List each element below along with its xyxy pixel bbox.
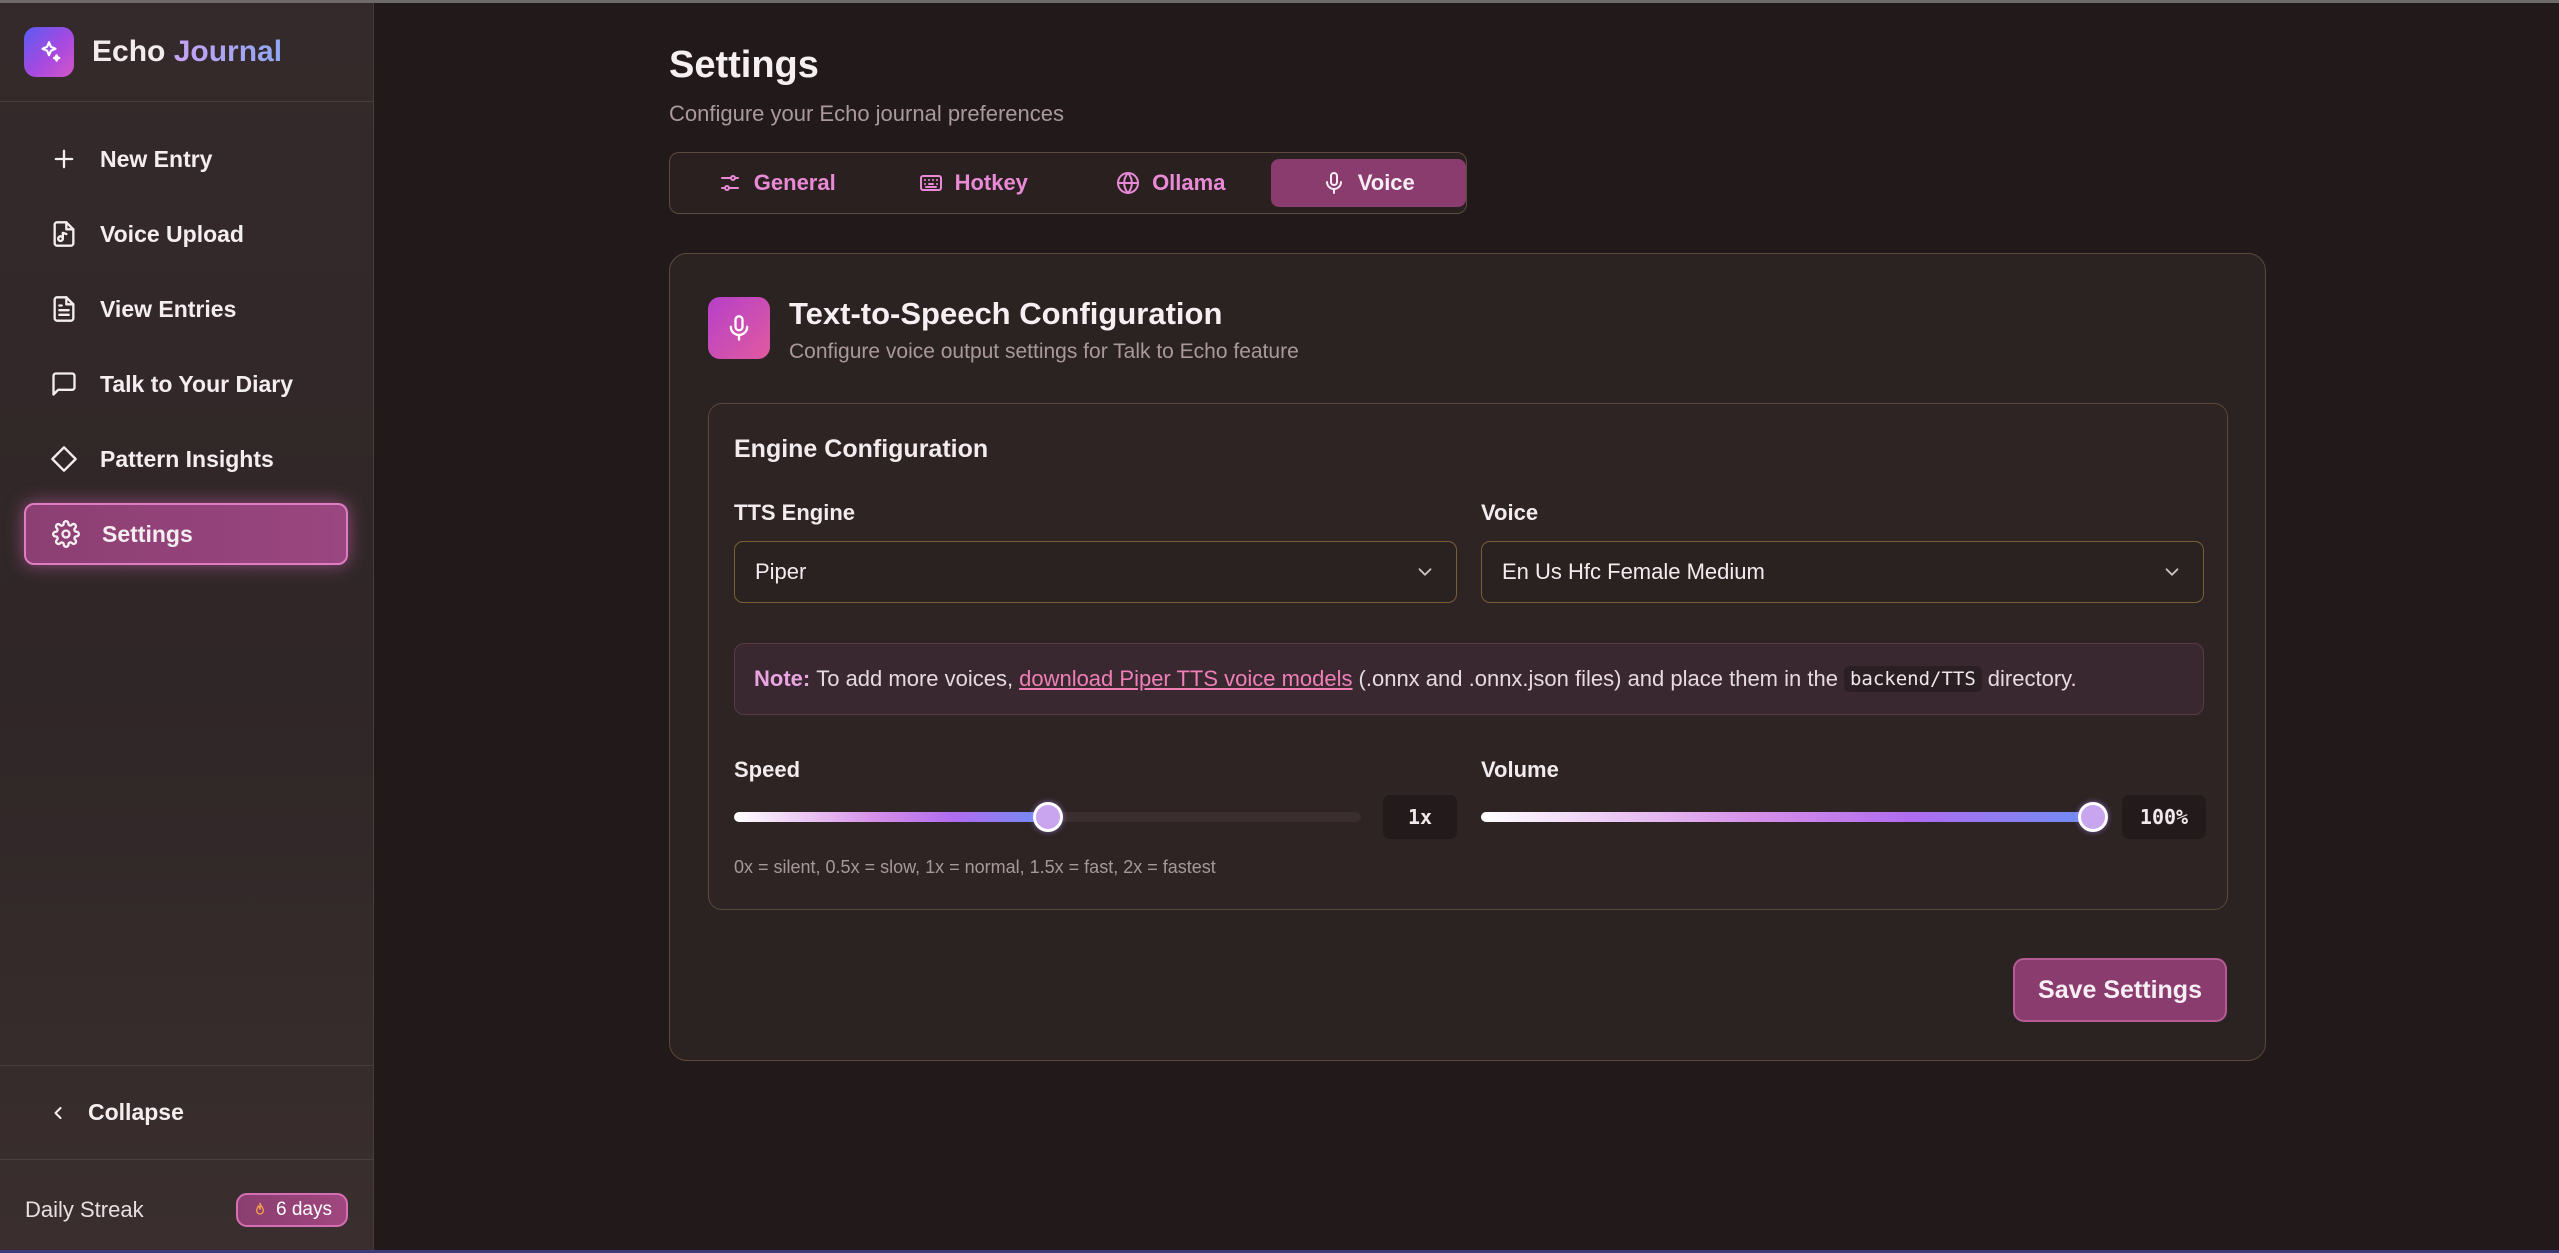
note-text: To add more voices, xyxy=(816,666,1014,691)
collapse-label: Collapse xyxy=(88,1099,184,1125)
app-name-part2: Journal xyxy=(173,35,283,68)
note-text: (.onnx and .onnx.json files) and place t… xyxy=(1358,666,1838,691)
sidebar-item-voice-upload[interactable]: Voice Upload xyxy=(24,203,348,265)
sidebar-item-label: Settings xyxy=(102,520,193,547)
sparkles-icon xyxy=(24,27,74,77)
file-text-icon xyxy=(53,296,75,322)
save-settings-button[interactable]: Save Settings xyxy=(2013,958,2227,1022)
mic-icon xyxy=(708,297,770,359)
globe-icon xyxy=(1117,172,1140,194)
tts-engine-label: TTS Engine xyxy=(734,500,855,525)
panel-title: Engine Configuration xyxy=(734,435,989,463)
volume-slider[interactable] xyxy=(1481,802,2108,832)
sidebar-item-talk-to-diary[interactable]: Talk to Your Diary xyxy=(24,353,348,415)
chevron-left-icon xyxy=(54,1106,62,1119)
sidebar-item-label: Talk to Your Diary xyxy=(100,370,293,397)
tab-label: General xyxy=(753,170,836,195)
daily-streak: Daily Streak 6 days xyxy=(25,1193,348,1227)
volume-value: 100% xyxy=(2122,795,2206,839)
sidebar-item-new-entry[interactable]: New Entry xyxy=(24,128,348,190)
tab-label: Voice xyxy=(1357,170,1415,195)
sidebar-item-view-entries[interactable]: View Entries xyxy=(24,278,348,340)
note-code: backend/TTS xyxy=(1843,666,1982,692)
tts-engine-select[interactable]: Piper xyxy=(734,541,1457,603)
message-square-icon xyxy=(52,372,76,396)
speed-slider-fill xyxy=(734,812,1048,822)
app-name: Echo Journal xyxy=(92,35,282,69)
speed-slider-thumb[interactable] xyxy=(1032,802,1063,832)
mic-icon xyxy=(1325,172,1342,194)
tab-label: Hotkey xyxy=(954,170,1028,195)
chevron-down-icon xyxy=(1418,568,1432,576)
chevron-down-icon xyxy=(2165,568,2179,576)
voice-value: En Us Hfc Female Medium xyxy=(1502,559,1765,584)
streak-label: Daily Streak xyxy=(25,1197,144,1222)
sidebar-item-label: Voice Upload xyxy=(100,220,244,247)
note-text: directory. xyxy=(1987,666,2077,691)
page-subtitle: Configure your Echo journal preferences xyxy=(669,101,1065,126)
settings-tabs: General Hotkey Ollama Voice xyxy=(669,152,1467,214)
volume-slider-thumb[interactable] xyxy=(2078,802,2108,832)
streak-badge: 6 days xyxy=(236,1193,348,1227)
speed-slider[interactable] xyxy=(734,802,1361,832)
tab-ollama[interactable]: Ollama xyxy=(1071,159,1271,207)
speed-value: 1x xyxy=(1383,795,1457,839)
volume-label: Volume xyxy=(1481,757,1559,782)
speed-hint: 0x = silent, 0.5x = slow, 1x = normal, 1… xyxy=(734,857,1216,877)
gear-icon xyxy=(52,520,80,548)
download-voices-link[interactable]: download Piper TTS voice models xyxy=(1019,666,1352,692)
keyboard-icon xyxy=(919,175,942,191)
speed-label: Speed xyxy=(734,757,801,782)
sidebar-divider xyxy=(0,101,374,102)
tts-card: Text-to-Speech Configuration Configure v… xyxy=(669,253,2266,1061)
sidebar-divider xyxy=(0,1065,374,1066)
tab-label: Ollama xyxy=(1152,170,1226,195)
collapse-button[interactable]: Collapse xyxy=(48,1099,184,1126)
tts-engine-value: Piper xyxy=(755,559,807,584)
voice-select[interactable]: En Us Hfc Female Medium xyxy=(1481,541,2204,603)
sidebar: Echo Journal New Entry Voice Upload View… xyxy=(0,3,374,1250)
card-title: Text-to-Speech Configuration xyxy=(789,296,1223,331)
sidebar-item-settings[interactable]: Settings xyxy=(24,503,348,565)
tab-voice[interactable]: Voice xyxy=(1270,159,1466,207)
plus-icon xyxy=(54,149,74,169)
note-label: Note: xyxy=(754,666,811,691)
app-name-part1: Echo xyxy=(92,35,166,68)
sidebar-item-label: View Entries xyxy=(100,295,237,322)
sidebar-nav: New Entry Voice Upload View Entries Talk… xyxy=(24,128,348,578)
window-top-border xyxy=(0,0,2559,3)
card-subtitle: Configure voice output settings for Talk… xyxy=(789,340,1299,363)
streak-value: 6 days xyxy=(276,1199,332,1220)
volume-slider-fill xyxy=(1481,812,2093,822)
sliders-icon xyxy=(720,175,739,191)
sidebar-item-label: Pattern Insights xyxy=(100,445,274,472)
sidebar-divider xyxy=(0,1159,374,1160)
diamond-icon xyxy=(51,446,77,472)
tab-hotkey[interactable]: Hotkey xyxy=(876,159,1072,207)
brand: Echo Journal xyxy=(24,27,282,77)
sidebar-item-label: New Entry xyxy=(100,145,213,172)
tab-general[interactable]: General xyxy=(678,159,876,207)
page-title: Settings xyxy=(669,44,819,86)
voices-note: Note: To add more voices, download Piper… xyxy=(734,643,2204,715)
flame-icon xyxy=(256,1202,265,1215)
engine-configuration-panel: Engine Configuration TTS Engine Piper Vo… xyxy=(708,403,2228,910)
voice-label: Voice xyxy=(1481,500,1539,525)
file-audio-icon xyxy=(53,221,75,247)
sidebar-item-pattern-insights[interactable]: Pattern Insights xyxy=(24,428,348,490)
